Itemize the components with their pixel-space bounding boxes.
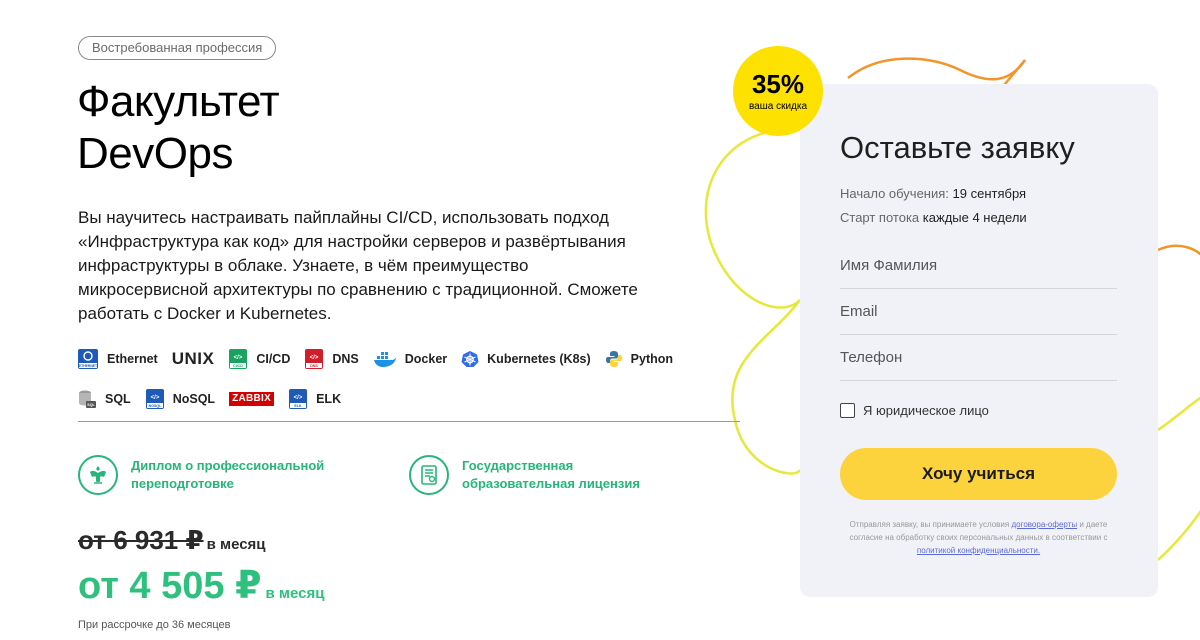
discount-label: ваша скидка	[748, 100, 808, 112]
form-title: Оставьте заявку	[840, 130, 1075, 165]
nosql-icon: </> NOSQL	[145, 389, 164, 409]
tech-ethernet: ETHERNET Ethernet	[77, 349, 158, 369]
svg-text:</>: </>	[234, 355, 243, 361]
discount-badge: 35% ваша скидка	[733, 46, 823, 136]
feature-text: Государственная образовательная лицензия	[462, 458, 640, 491]
emblem-icon	[78, 455, 118, 495]
course-description: Вы научитесь настраивать пайплайны CI/CD…	[78, 208, 638, 323]
technology-list: ETHERNET Ethernet UNIX </> CI/CD CI/CD </…	[77, 349, 737, 409]
tech-label: ELK	[316, 392, 342, 406]
stream-start-value: каждые 4 недели	[922, 210, 1027, 225]
tech-label: NoSQL	[172, 392, 216, 406]
tech-zabbix: ZABBIX	[229, 389, 275, 409]
installment-note: При рассрочке до 36 месяцев	[78, 619, 231, 631]
new-price: от 4 505 ₽ в месяц	[78, 563, 324, 608]
new-price-value: от 4 505 ₽	[78, 565, 262, 607]
old-price: от 6 931 ₽ в месяц	[78, 525, 266, 556]
tech-label: Python	[630, 352, 674, 366]
feature-text: Диплом о профессиональной переподготовке	[131, 458, 325, 491]
tech-label: DNS	[332, 352, 359, 366]
legal-notice: Отправляя заявку, вы принимаете условия …	[840, 518, 1117, 557]
kubernetes-icon	[461, 351, 479, 367]
name-input[interactable]	[840, 242, 1117, 289]
checkbox-box[interactable]	[840, 403, 855, 418]
privacy-policy-link[interactable]: политикой конфиденциальности.	[917, 546, 1040, 555]
email-input[interactable]	[840, 288, 1117, 335]
dns-icon-caption: DNS	[311, 364, 319, 368]
elk-icon-caption: ELK	[295, 404, 303, 408]
offer-agreement-link[interactable]: договора-оферты	[1011, 520, 1077, 529]
ethernet-icon: ETHERNET	[78, 349, 98, 369]
feature-diploma: Диплом о профессиональной переподготовке	[78, 455, 351, 495]
tech-label: SQL	[105, 392, 131, 406]
tech-docker: Docker	[373, 349, 447, 369]
title-line-1: Факультет	[77, 77, 280, 126]
tech-elk: </> ELK ELK	[288, 389, 341, 409]
zabbix-logo: ZABBIX	[229, 392, 275, 406]
section-divider	[78, 421, 740, 422]
tech-label: Kubernetes (K8s)	[487, 352, 591, 366]
sql-icon-caption: SQL	[87, 403, 95, 407]
docker-icon	[373, 352, 396, 367]
cicd-icon-caption: CI/CD	[233, 364, 243, 368]
page-title: Факультет DevOps	[77, 76, 280, 180]
dns-icon: </> DNS	[305, 349, 324, 369]
tech-nosql: </> NOSQL NoSQL	[145, 389, 215, 409]
application-form: Оставьте заявку Начало обучения: 19 сент…	[800, 84, 1158, 597]
start-date-label: Начало обучения:	[840, 186, 949, 201]
discount-percent: 35%	[751, 68, 805, 99]
profession-badge: Востребованная профессия	[78, 36, 277, 60]
old-price-value: от 6 931 ₽	[78, 525, 204, 555]
tech-label: Docker	[404, 352, 448, 366]
feature-license: Государственная образовательная лицензия	[409, 455, 682, 495]
tech-unix: UNIX	[172, 349, 215, 369]
title-line-2: DevOps	[77, 129, 233, 178]
legal-entity-label: Я юридическое лицо	[863, 403, 989, 418]
new-price-period: в месяц	[265, 585, 325, 602]
svg-text:</>: </>	[150, 395, 159, 401]
svg-text:</>: </>	[294, 395, 303, 401]
nosql-icon-caption: NOSQL	[148, 404, 162, 408]
tech-cicd: </> CI/CD CI/CD	[228, 349, 290, 369]
start-date: Начало обучения: 19 сентября	[840, 186, 1026, 201]
phone-input[interactable]	[840, 334, 1117, 381]
tech-label: Ethernet	[107, 352, 158, 366]
tech-sql: SQL SQL	[77, 389, 131, 409]
license-icon	[409, 455, 449, 495]
svg-text:</>: </>	[310, 355, 319, 361]
legal-text-1: Отправляя заявку, вы принимаете условия	[849, 520, 1010, 529]
tech-dns: </> DNS DNS	[304, 349, 359, 369]
tech-label: CI/CD	[256, 352, 291, 366]
database-icon: SQL	[79, 390, 96, 408]
ethernet-icon-caption: ETHERNET	[79, 364, 98, 368]
elk-icon: </> ELK	[289, 389, 308, 409]
tech-python: Python	[605, 349, 673, 369]
start-date-value: 19 сентября	[952, 186, 1027, 201]
python-icon	[605, 351, 622, 367]
stream-start-label: Старт потока	[840, 210, 920, 225]
unix-logo: UNIX	[171, 349, 215, 368]
tech-kubernetes: Kubernetes (K8s)	[461, 349, 591, 369]
submit-button[interactable]: Хочу учиться	[840, 448, 1117, 500]
legal-entity-checkbox[interactable]: Я юридическое лицо	[840, 403, 989, 418]
stream-start: Старт потока каждые 4 недели	[840, 210, 1027, 225]
cicd-icon: </> CI/CD	[229, 349, 248, 369]
old-price-period: в месяц	[206, 536, 266, 553]
